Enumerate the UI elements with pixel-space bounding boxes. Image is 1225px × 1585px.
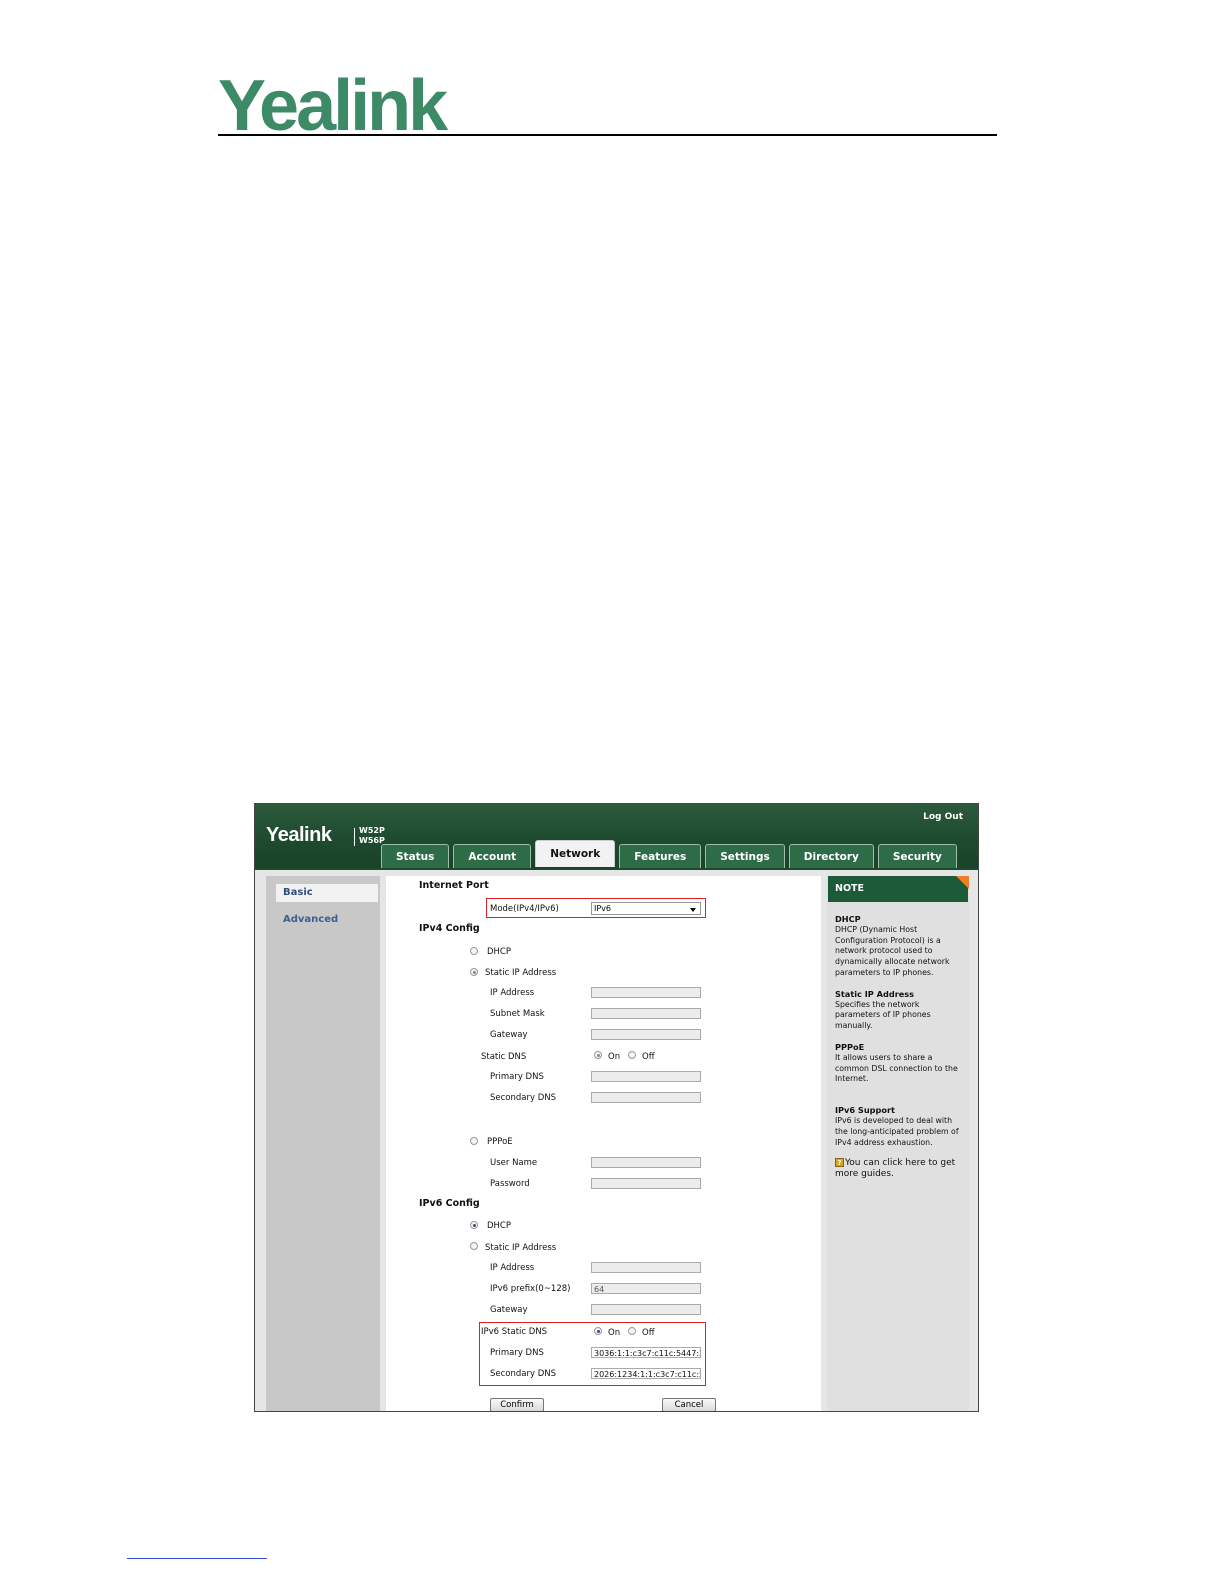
ipv4-dhcp-radio[interactable] [470, 947, 478, 955]
ipv6-static-dns-label: IPv6 Static DNS [481, 1327, 548, 1337]
ipv4-dhcp-label: DHCP [487, 947, 511, 957]
pppoe-username-input[interactable] [591, 1157, 701, 1168]
ipv6-dhcp-label: DHCP [487, 1221, 511, 1231]
ipv6-ip-address-label: IP Address [490, 1263, 535, 1273]
ipv4-gateway-input[interactable] [591, 1029, 701, 1040]
ipv6-gateway-input[interactable] [591, 1304, 701, 1315]
ipv6-static-ip-label: Static IP Address [485, 1243, 557, 1253]
ipv6-static-dns-off-radio[interactable] [628, 1327, 636, 1335]
model-w52p: W52P [359, 826, 385, 835]
footer-link-underline [127, 1558, 267, 1559]
internet-port-heading: Internet Port [419, 880, 489, 891]
ipv4-ip-address-input[interactable] [591, 987, 701, 998]
tab-account[interactable]: Account [453, 844, 532, 869]
ipv6-primary-dns-label: Primary DNS [490, 1348, 544, 1358]
ipv4-primary-dns-input[interactable] [591, 1071, 701, 1082]
pppoe-username-label: User Name [490, 1158, 538, 1168]
chevron-down-icon [690, 908, 696, 912]
note-dhcp-title: DHCP [835, 914, 861, 924]
note-static-text: Specifies the network parameters of IP p… [835, 999, 931, 1031]
ipv4-ip-address-label: IP Address [490, 988, 535, 998]
guide-link-text: You can click here to get more guides. [835, 1158, 956, 1180]
ipv6-prefix-label: IPv6 prefix(0~128) [490, 1284, 571, 1294]
left-nav: Basic Advanced [266, 876, 380, 1411]
mode-select[interactable]: IPv6 [591, 902, 701, 915]
header-rule [218, 134, 997, 136]
ipv4-primary-dns-label: Primary DNS [490, 1072, 544, 1082]
ipv6-ip-address-input[interactable] [591, 1262, 701, 1273]
web-ui-screenshot: Yealink W52P W56P Log Out Status Account… [254, 803, 979, 1412]
tab-settings[interactable]: Settings [705, 844, 785, 869]
ipv4-static-ip-label: Static IP Address [485, 968, 557, 978]
tab-status[interactable]: Status [381, 844, 450, 869]
main-tabs: Status Account Network Features Settings… [381, 840, 957, 869]
ipv6-static-dns-off-label: Off [642, 1328, 655, 1338]
ipv4-static-dns-label: Static DNS [481, 1052, 527, 1062]
ipv4-static-ip-radio[interactable] [470, 968, 478, 976]
ipv6-static-dns-on-radio[interactable] [594, 1327, 602, 1335]
note-corner-fold [956, 876, 969, 889]
tab-network[interactable]: Network [535, 840, 616, 867]
ipv6-static-ip-radio[interactable] [470, 1242, 478, 1250]
note-body: DHCP DHCP (Dynamic Host Configuration Pr… [835, 914, 965, 1190]
tab-directory[interactable]: Directory [788, 844, 874, 869]
top-header: Yealink W52P W56P Log Out Status Account… [255, 804, 978, 869]
ipv6-secondary-dns-label: Secondary DNS [490, 1369, 557, 1379]
ipv4-subnet-mask-input[interactable] [591, 1008, 701, 1019]
cancel-button[interactable]: Cancel [662, 1398, 716, 1411]
ipv6-primary-dns-input[interactable]: 3036:1:1:c3c7:c11c:5447:2 [591, 1347, 701, 1358]
pppoe-radio[interactable] [470, 1137, 478, 1145]
note-static-title: Static IP Address [835, 988, 915, 999]
note-panel: NOTE DHCP DHCP (Dynamic Host Configurati… [827, 876, 969, 1411]
guide-link[interactable]: ? You can click here to get more guides. [835, 1158, 965, 1180]
ipv4-gateway-label: Gateway [490, 1030, 528, 1040]
network-basic-form: Internet Port Mode(IPv4/IPv6) IPv6 IPv4 … [386, 876, 821, 1411]
note-pppoe-text: It allows users to share a common DSL co… [835, 1052, 958, 1084]
tab-security[interactable]: Security [877, 844, 957, 869]
note-ipv6-text: IPv6 is developed to deal with the long-… [835, 1115, 959, 1147]
ipv4-subnet-mask-label: Subnet Mask [490, 1009, 545, 1019]
tab-features[interactable]: Features [619, 844, 702, 869]
pppoe-label: PPPoE [487, 1137, 513, 1147]
brand-logo: Yealink [266, 824, 332, 846]
ipv6-static-dns-on-label: On [608, 1328, 621, 1338]
ipv4-static-dns-on-radio[interactable] [594, 1051, 602, 1059]
ipv6-gateway-label: Gateway [490, 1305, 528, 1315]
ipv4-static-dns-off-radio[interactable] [628, 1051, 636, 1059]
note-title: NOTE [828, 876, 968, 902]
pppoe-password-label: Password [490, 1179, 530, 1189]
mode-label: Mode(IPv4/IPv6) [490, 904, 559, 914]
ipv4-static-dns-on-label: On [608, 1052, 621, 1062]
header-divider [255, 868, 978, 870]
ipv4-static-dns-off-label: Off [642, 1052, 655, 1062]
guide-book-icon: ? [835, 1158, 844, 1168]
pppoe-password-input[interactable] [591, 1178, 701, 1189]
ipv4-secondary-dns-input[interactable] [591, 1092, 701, 1103]
ipv4-secondary-dns-label: Secondary DNS [490, 1093, 557, 1103]
nav-advanced[interactable]: Advanced [276, 911, 378, 929]
note-ipv6-title: IPv6 Support [835, 1105, 895, 1116]
note-dhcp-text: DHCP (Dynamic Host Configuration Protoco… [835, 924, 950, 977]
brand-separator [354, 828, 355, 846]
nav-basic[interactable]: Basic [276, 884, 378, 902]
ipv6-config-heading: IPv6 Config [419, 1198, 480, 1209]
confirm-button[interactable]: Confirm [490, 1398, 544, 1411]
mode-select-value: IPv6 [594, 904, 612, 913]
ipv6-dhcp-radio[interactable] [470, 1221, 478, 1229]
ipv4-config-heading: IPv4 Config [419, 923, 480, 934]
ipv6-secondary-dns-input[interactable]: 2026:1234:1:1:c3c7:c11c:5 [591, 1368, 701, 1379]
note-pppoe-title: PPPoE [835, 1041, 865, 1052]
logout-link[interactable]: Log Out [923, 812, 963, 822]
ipv6-prefix-input[interactable]: 64 [591, 1283, 701, 1294]
